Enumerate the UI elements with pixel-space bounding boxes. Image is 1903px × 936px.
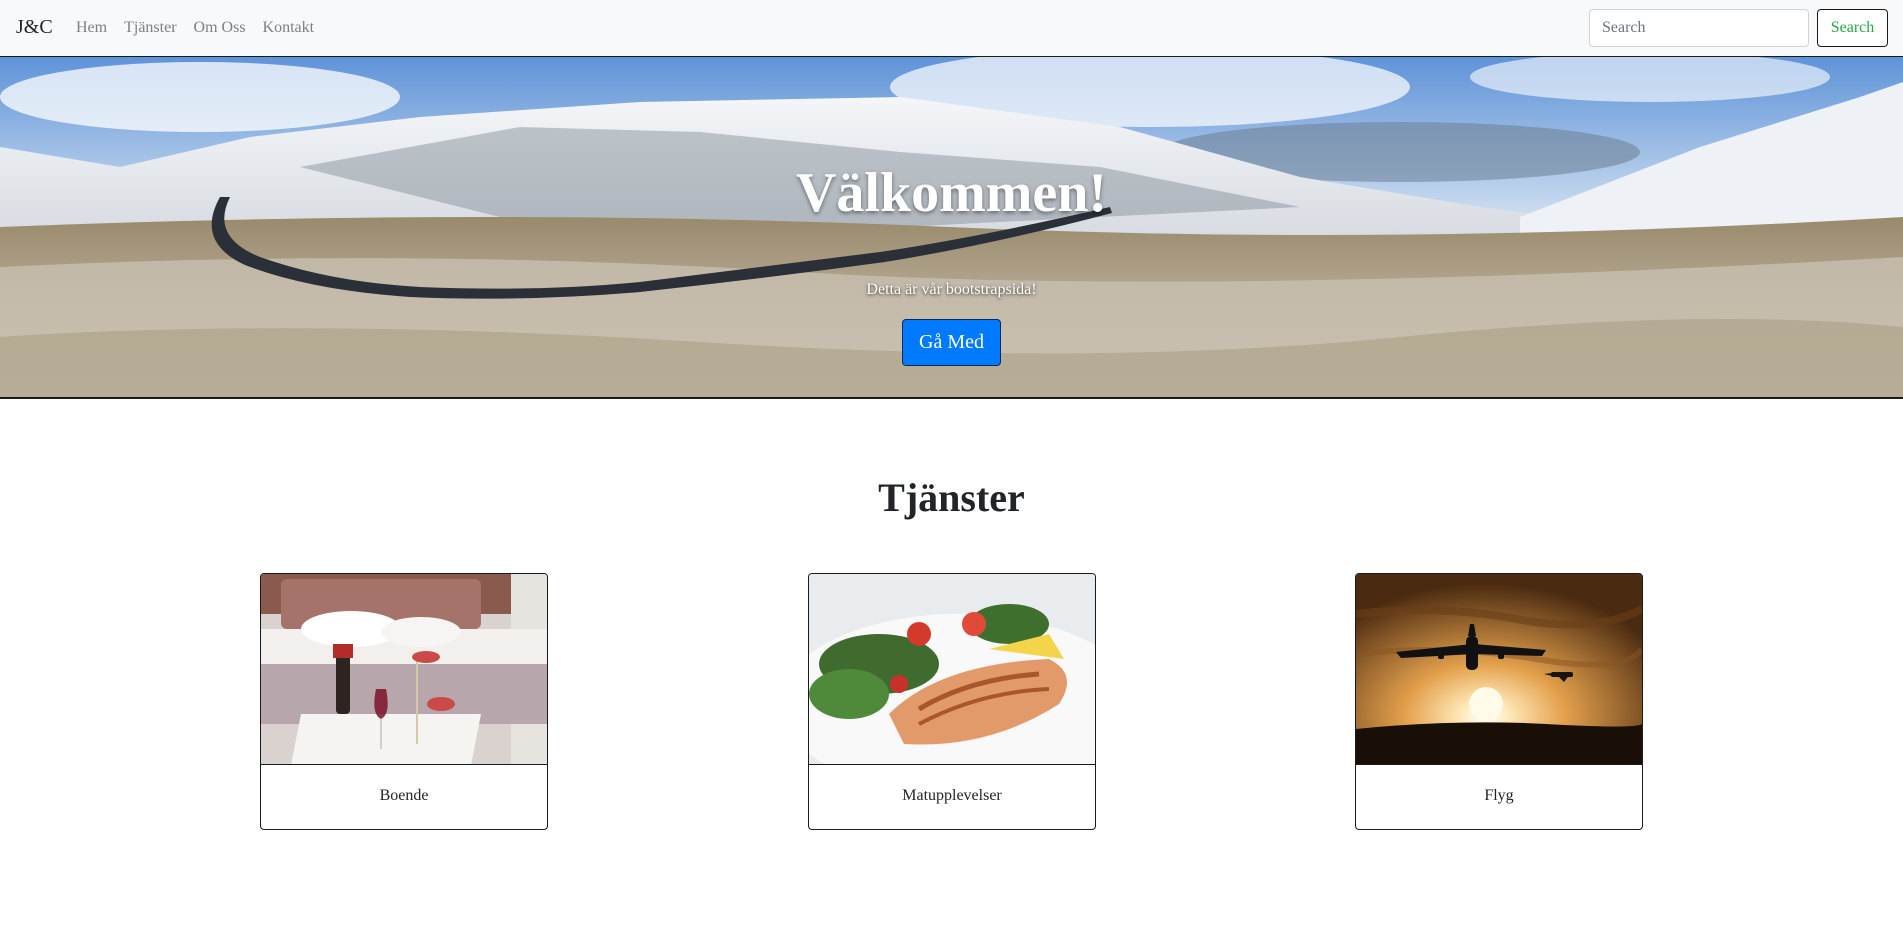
nav-links: Hem Tjänster Om Oss Kontakt [76, 19, 314, 37]
card-image-salmon-dish [809, 574, 1095, 765]
navbar: J&C Hem Tjänster Om Oss Kontakt Search [0, 0, 1903, 57]
card-label: Flyg [1484, 787, 1514, 804]
card-label: Boende [379, 787, 429, 804]
card-image-airplanes-sunset [1356, 574, 1642, 765]
hero-title: Välkommen! [795, 162, 1108, 224]
hero-subtitle: Detta är vår bootstrapsida! [866, 281, 1037, 298]
service-card-matupplevelser[interactable]: Matupplevelser [808, 573, 1096, 830]
service-card-flyg[interactable]: Flyg [1355, 573, 1643, 830]
card-label: Matupplevelser [902, 787, 1002, 804]
services-title: Tjänster [878, 475, 1025, 520]
brand-logo[interactable]: J&C [16, 16, 53, 39]
nav-link-tjanster[interactable]: Tjänster [124, 19, 176, 37]
hero-banner: Välkommen! Detta är vår bootstrapsida! G… [0, 57, 1903, 399]
search-input[interactable] [1589, 9, 1809, 47]
join-button[interactable]: Gå Med [902, 319, 1001, 366]
nav-link-om-oss[interactable]: Om Oss [194, 19, 246, 37]
search-button[interactable]: Search [1817, 9, 1888, 47]
nav-link-hem[interactable]: Hem [76, 19, 107, 37]
service-card-boende[interactable]: Boende [260, 573, 548, 830]
card-image-hotel-room [261, 574, 547, 765]
nav-link-kontakt[interactable]: Kontakt [263, 19, 315, 37]
